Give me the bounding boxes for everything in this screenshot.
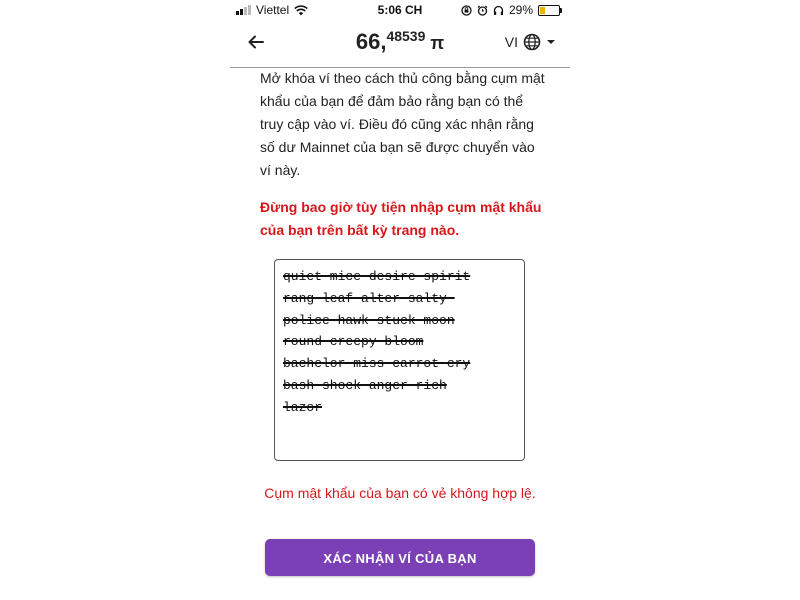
passphrase-line: round creepy bloom xyxy=(283,334,424,350)
passphrase-line: quiet mice desire spirit xyxy=(283,269,471,284)
alarm-icon xyxy=(477,5,488,16)
passphrase-line: bash shock anger rich xyxy=(283,377,447,393)
balance-whole: 66, xyxy=(355,29,387,54)
globe-icon xyxy=(523,33,541,51)
pi-symbol: π xyxy=(430,33,445,53)
battery-icon xyxy=(538,4,562,16)
app-screen: Viettel 5:06 CH 29% 66,48539 π VI Mở khó… xyxy=(230,0,570,600)
passphrase-input[interactable]: quiet mice desire spirit rang leaf alter… xyxy=(274,259,525,461)
intro-text: Mở khóa ví theo cách thủ công bằng cụm m… xyxy=(260,70,545,178)
confirm-wallet-button[interactable]: XÁC NHẬN VÍ CỦA BẠN xyxy=(265,539,535,576)
error-message: Cụm mật khẩu của bạn có vẻ không hợp lệ. xyxy=(264,485,536,501)
passphrase-line: police hawk stuck moon xyxy=(283,312,455,328)
battery-fill xyxy=(540,6,546,14)
caret-down-icon xyxy=(547,40,555,44)
battery-percent: 29% xyxy=(508,3,533,17)
passphrase-line: lazor xyxy=(283,399,323,415)
language-selector[interactable]: VI xyxy=(505,33,556,51)
main-content: Mở khóa ví theo cách thủ công bằng cụm m… xyxy=(260,67,545,242)
status-right: 29% xyxy=(461,3,562,17)
status-bar: Viettel 5:06 CH 29% xyxy=(230,0,570,20)
lock-rotation-icon xyxy=(461,4,472,16)
passphrase-line: rang leaf alter salty xyxy=(283,290,455,306)
warning-text: Đừng bao giờ tùy tiện nhập cụm mật khẩu … xyxy=(260,199,542,238)
passphrase-line: bachelor miss carrot cry xyxy=(283,356,471,372)
app-header: 66,48539 π VI xyxy=(230,20,570,68)
language-label: VI xyxy=(504,34,518,50)
headphones-icon xyxy=(493,5,504,15)
balance-fraction: 48539 xyxy=(386,28,426,44)
